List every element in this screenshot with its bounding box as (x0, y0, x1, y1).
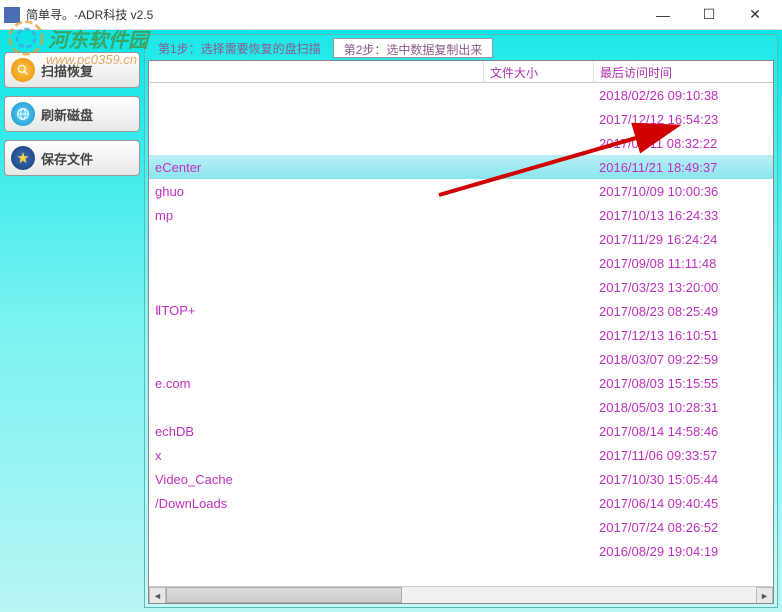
table-row[interactable]: 2017/03/23 13:20:00 (149, 275, 773, 299)
sidebar: 扫描恢复 刷新磁盘 保存文件 (4, 34, 140, 608)
table-row[interactable]: 2017/11/29 16:24:24 (149, 227, 773, 251)
table-row[interactable]: ghuo 2017/10/09 10:00:36 (149, 179, 773, 203)
cell-date: 2017/06/14 09:40:45 (593, 496, 773, 511)
save-label: 保存文件 (41, 149, 93, 168)
cell-date: 2017/06/11 08:32:22 (593, 136, 773, 151)
cell-date: 2017/11/29 16:24:24 (593, 232, 773, 247)
scroll-track[interactable] (166, 587, 756, 603)
cell-date: 2017/11/06 09:33:57 (593, 448, 773, 463)
step-1[interactable]: 第1步：选择需要恢复的盘扫描 (148, 38, 331, 58)
content-panel: 第1步：选择需要恢复的盘扫描 第2步：选中数据复制出来 文件大小 最后访问时间 … (144, 34, 778, 608)
cell-date: 2017/10/13 16:24:33 (593, 208, 773, 223)
maximize-button[interactable]: ☐ (686, 0, 732, 30)
cell-date: 2017/10/30 15:05:44 (593, 472, 773, 487)
app-icon (4, 7, 20, 23)
col-date-header[interactable]: 最后访问时间 (593, 61, 773, 82)
cell-date: 2018/05/03 10:28:31 (593, 400, 773, 415)
list-body[interactable]: 2018/02/26 09:10:38 2017/12/12 16:54:23 20… (149, 83, 773, 586)
table-row[interactable]: 2016/08/29 19:04:19 (149, 539, 773, 563)
step-2[interactable]: 第2步：选中数据复制出来 (333, 38, 494, 58)
scan-recover-button[interactable]: 扫描恢复 (4, 52, 140, 88)
cell-date: 2017/09/08 11:11:48 (593, 256, 773, 271)
scroll-left-button[interactable]: ◄ (149, 587, 166, 604)
table-row[interactable]: 2018/02/26 09:10:38 (149, 83, 773, 107)
table-row[interactable]: 2017/09/08 11:11:48 (149, 251, 773, 275)
cell-date: 2016/08/29 19:04:19 (593, 544, 773, 559)
cell-name: ⅡTOP+ (149, 303, 483, 319)
cell-date: 2018/03/07 09:22:59 (593, 352, 773, 367)
table-row[interactable]: 2017/12/13 16:10:51 (149, 323, 773, 347)
cell-date: 2017/12/13 16:10:51 (593, 328, 773, 343)
table-row[interactable]: 2017/07/24 08:26:52 (149, 515, 773, 539)
horizontal-scrollbar[interactable]: ◄ ► (149, 586, 773, 603)
cell-name: /DownLoads (149, 496, 483, 511)
cell-name: eCenter (149, 160, 483, 175)
scroll-thumb[interactable] (166, 587, 402, 603)
globe-icon (11, 102, 35, 126)
file-list: 文件大小 最后访问时间 2018/02/26 09:10:38 2017/12/1… (148, 60, 774, 604)
cell-name: Video_Cache (149, 472, 483, 487)
refresh-label: 刷新磁盘 (41, 105, 93, 124)
cell-date: 2017/08/23 08:25:49 (593, 304, 773, 319)
scroll-right-button[interactable]: ► (756, 587, 773, 604)
magnify-icon (11, 58, 35, 82)
list-header: 文件大小 最后访问时间 (149, 61, 773, 83)
col-size-header[interactable]: 文件大小 (483, 61, 593, 82)
cell-name: echDB (149, 424, 483, 439)
table-row[interactable]: Video_Cache 2017/10/30 15:05:44 (149, 467, 773, 491)
close-button[interactable]: ✕ (732, 0, 778, 30)
steps-bar: 第1步：选择需要恢复的盘扫描 第2步：选中数据复制出来 (148, 38, 774, 58)
table-row[interactable]: /DownLoads 2017/06/14 09:40:45 (149, 491, 773, 515)
table-row[interactable]: ⅡTOP+ 2017/08/23 08:25:49 (149, 299, 773, 323)
col-name-header[interactable] (149, 61, 483, 82)
table-row[interactable]: 2017/12/12 16:54:23 (149, 107, 773, 131)
table-row[interactable]: 2017/06/11 08:32:22 (149, 131, 773, 155)
cell-date: 2017/10/09 10:00:36 (593, 184, 773, 199)
titlebar: 简单寻。-ADR科技 v2.5 — ☐ ✕ (0, 0, 782, 30)
table-row[interactable]: eCenter 2016/11/21 18:49:37 (149, 155, 773, 179)
cell-date: 2017/08/03 15:15:55 (593, 376, 773, 391)
cell-date: 2017/12/12 16:54:23 (593, 112, 773, 127)
cell-name: e.com (149, 376, 483, 391)
cell-name: ghuo (149, 184, 483, 199)
table-row[interactable]: x 2017/11/06 09:33:57 (149, 443, 773, 467)
window-title: 简单寻。-ADR科技 v2.5 (26, 6, 640, 23)
cell-name: mp (149, 208, 483, 223)
refresh-disk-button[interactable]: 刷新磁盘 (4, 96, 140, 132)
cell-date: 2016/11/21 18:49:37 (593, 160, 773, 175)
cell-date: 2017/03/23 13:20:00 (593, 280, 773, 295)
cell-name: x (149, 448, 483, 463)
cell-date: 2018/02/26 09:10:38 (593, 88, 773, 103)
cell-date: 2017/08/14 14:58:46 (593, 424, 773, 439)
cell-date: 2017/07/24 08:26:52 (593, 520, 773, 535)
scan-label: 扫描恢复 (41, 61, 93, 80)
table-row[interactable]: 2018/03/07 09:22:59 (149, 347, 773, 371)
table-row[interactable]: 2018/05/03 10:28:31 (149, 395, 773, 419)
star-icon (11, 146, 35, 170)
minimize-button[interactable]: — (640, 0, 686, 30)
table-row[interactable]: echDB 2017/08/14 14:58:46 (149, 419, 773, 443)
save-file-button[interactable]: 保存文件 (4, 140, 140, 176)
table-row[interactable]: mp 2017/10/13 16:24:33 (149, 203, 773, 227)
table-row[interactable]: e.com 2017/08/03 15:15:55 (149, 371, 773, 395)
